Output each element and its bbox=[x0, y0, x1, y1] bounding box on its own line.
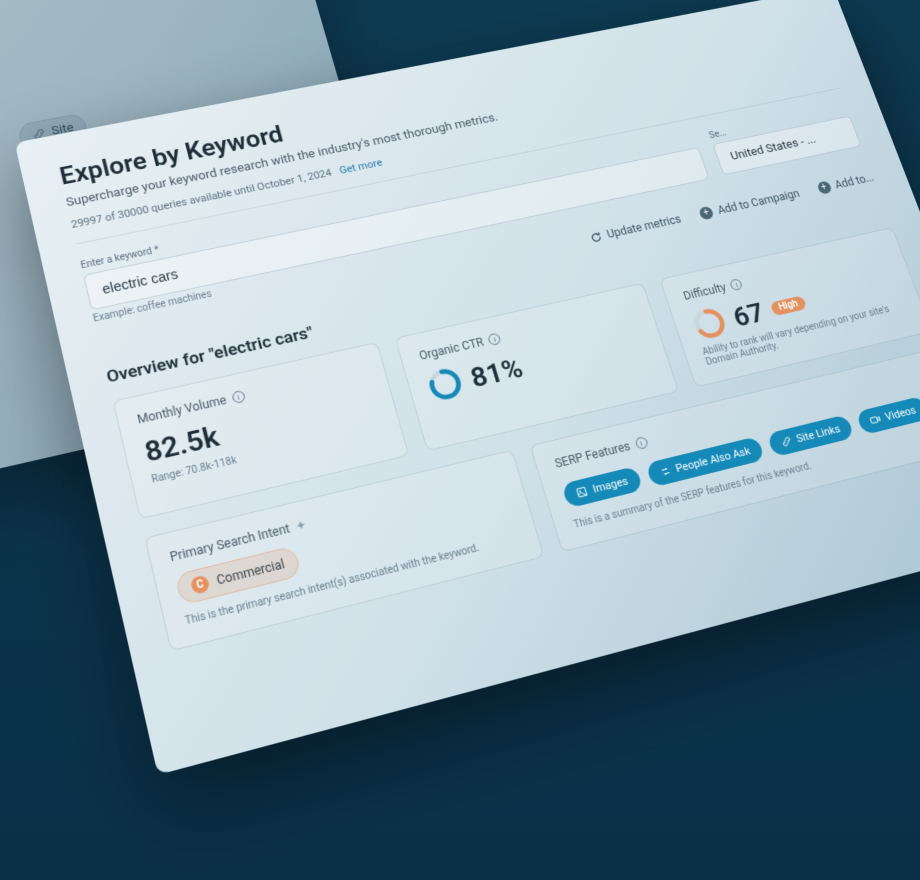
refresh-icon bbox=[588, 230, 604, 244]
add-to-button[interactable]: + Add to... bbox=[816, 171, 876, 195]
serp-pill-images[interactable]: Images bbox=[561, 466, 643, 508]
commercial-icon: C bbox=[190, 574, 211, 595]
plus-icon: + bbox=[816, 180, 832, 194]
info-icon[interactable]: i bbox=[729, 278, 743, 291]
update-metrics-button[interactable]: Update metrics bbox=[588, 213, 683, 245]
get-more-link[interactable]: Get more bbox=[338, 157, 384, 177]
difficulty-value: 67 bbox=[729, 297, 768, 333]
image-icon bbox=[575, 485, 589, 498]
swap-icon bbox=[658, 465, 672, 478]
metric-label: Organic CTR bbox=[418, 335, 486, 362]
info-icon[interactable]: i bbox=[634, 436, 649, 450]
ctr-value: 81% bbox=[467, 351, 527, 393]
difficulty-donut-chart bbox=[689, 305, 730, 343]
ctr-donut-chart bbox=[424, 365, 466, 404]
serp-pill-videos[interactable]: Videos bbox=[855, 396, 920, 435]
plus-icon: + bbox=[698, 206, 715, 221]
serp-pill-sitelinks[interactable]: Site Links bbox=[766, 414, 855, 457]
difficulty-badge: High bbox=[769, 295, 807, 316]
info-icon[interactable]: i bbox=[487, 332, 502, 346]
video-icon bbox=[869, 413, 883, 426]
info-icon[interactable]: i bbox=[231, 390, 246, 404]
metric-label: Difficulty bbox=[682, 281, 728, 303]
explore-keyword-panel: Explore by Keyword Supercharge your keyw… bbox=[15, 0, 920, 775]
link-icon bbox=[780, 435, 794, 448]
sparkle-icon: ✦ bbox=[294, 517, 308, 533]
